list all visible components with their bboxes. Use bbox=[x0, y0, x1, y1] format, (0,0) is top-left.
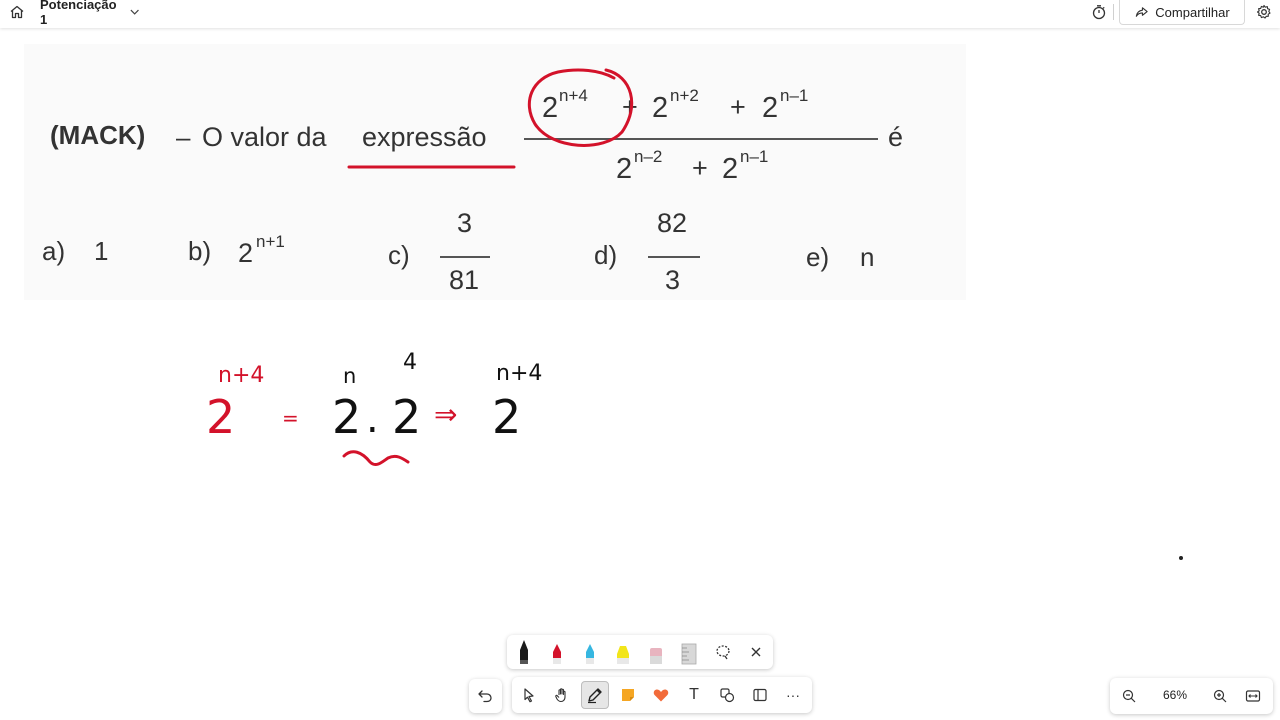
ink-annotations-layer bbox=[342, 68, 634, 466]
red-pen-tool[interactable] bbox=[543, 638, 571, 666]
timer-icon bbox=[1092, 5, 1106, 20]
zoom-in-icon bbox=[1213, 689, 1227, 703]
text-icon: T bbox=[689, 686, 699, 703]
hand-dot: . bbox=[366, 396, 379, 442]
pen-icon bbox=[588, 688, 602, 704]
hand-mid-exponent-2: 4 bbox=[403, 350, 417, 375]
zoom-level[interactable]: 66% bbox=[1153, 680, 1197, 710]
toolbar-divider bbox=[1113, 4, 1114, 20]
ruler-tool[interactable] bbox=[675, 638, 703, 666]
hand-lhs-base: 2 bbox=[206, 390, 236, 444]
settings-gear-icon bbox=[1256, 4, 1271, 19]
fit-screen-icon bbox=[1245, 690, 1261, 702]
chevron-down-icon bbox=[130, 9, 139, 15]
cursor-arrow-icon bbox=[524, 688, 534, 703]
hand-icon bbox=[555, 688, 566, 703]
zoom-in-button[interactable] bbox=[1206, 682, 1234, 710]
red-pen-icon bbox=[553, 644, 561, 664]
undo-toolbar bbox=[469, 679, 502, 713]
shapes-icon bbox=[720, 688, 735, 703]
share-button[interactable]: Compartilhar bbox=[1119, 0, 1245, 25]
hand-lhs-exponent: n+4 bbox=[218, 363, 265, 388]
fit-to-screen-button[interactable] bbox=[1239, 682, 1267, 710]
hand-implies: ⇒ bbox=[434, 398, 458, 431]
share-label: Compartilhar bbox=[1155, 4, 1230, 20]
heart-icon bbox=[653, 689, 669, 702]
hand-rhs-exponent: n+4 bbox=[496, 361, 543, 386]
red-brace-stroke bbox=[342, 450, 410, 466]
undo-button[interactable] bbox=[471, 682, 499, 710]
pan-tool[interactable] bbox=[548, 681, 576, 709]
zoom-out-icon bbox=[1122, 689, 1136, 703]
red-circle-stroke bbox=[527, 68, 634, 147]
settings-button[interactable] bbox=[1253, 0, 1275, 24]
share-icon bbox=[1136, 6, 1148, 17]
reactions-tool[interactable] bbox=[647, 681, 675, 709]
board-title: Potenciação 1 bbox=[40, 0, 117, 27]
eraser-tool[interactable] bbox=[642, 638, 670, 666]
ink-tool[interactable] bbox=[581, 681, 609, 709]
select-tool[interactable] bbox=[515, 681, 543, 709]
templates-icon bbox=[753, 688, 767, 702]
black-pen-icon bbox=[520, 640, 528, 664]
yellow-highlighter-tool[interactable] bbox=[609, 638, 637, 666]
zoom-out-button[interactable] bbox=[1115, 682, 1143, 710]
ruler-icon bbox=[681, 643, 697, 665]
sticky-note-tool[interactable] bbox=[614, 681, 642, 709]
main-toolbar: T ··· bbox=[512, 677, 812, 713]
black-pen-tool[interactable] bbox=[510, 638, 538, 666]
sticky-note-icon bbox=[622, 689, 634, 701]
more-tools-button[interactable]: ··· bbox=[779, 681, 807, 709]
hand-mid-exponent-1: n bbox=[343, 364, 357, 388]
blue-pen-icon bbox=[586, 644, 594, 664]
hand-mid-base-1: 2 bbox=[332, 390, 362, 444]
blue-pen-tool[interactable] bbox=[576, 638, 604, 666]
hand-equals: = bbox=[282, 406, 299, 430]
highlighter-icon bbox=[617, 646, 629, 664]
home-button[interactable] bbox=[6, 0, 28, 24]
lasso-select-tool[interactable] bbox=[709, 638, 737, 666]
more-icon: ··· bbox=[786, 687, 800, 703]
lasso-icon bbox=[716, 645, 730, 660]
home-icon bbox=[10, 5, 24, 19]
ink-dot bbox=[1179, 556, 1183, 560]
pen-tray bbox=[507, 635, 773, 669]
text-tool[interactable]: T bbox=[680, 681, 708, 709]
board-title-menu[interactable]: Potenciação 1 bbox=[40, 0, 140, 27]
timer-button[interactable] bbox=[1088, 0, 1110, 24]
shapes-tool[interactable] bbox=[713, 681, 741, 709]
hand-mid-base-2: 2 bbox=[392, 390, 422, 444]
top-bar: Potenciação 1 Compartilhar bbox=[0, 0, 1280, 28]
hand-rhs-base: 2 bbox=[492, 390, 522, 444]
undo-icon bbox=[478, 690, 492, 703]
eraser-icon bbox=[650, 648, 662, 664]
close-pen-tray-button[interactable] bbox=[742, 638, 770, 666]
templates-tool[interactable] bbox=[746, 681, 774, 709]
close-icon bbox=[751, 647, 761, 657]
